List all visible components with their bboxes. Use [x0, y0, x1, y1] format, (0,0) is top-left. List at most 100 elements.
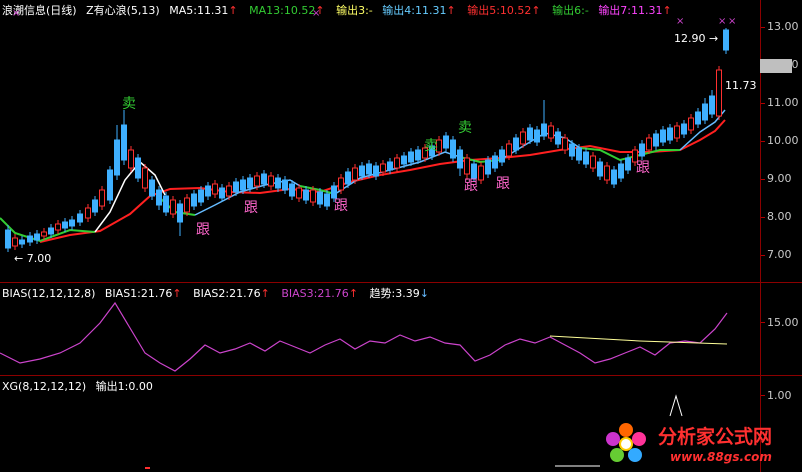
- sell-signal-label: 卖: [424, 138, 438, 154]
- candle-body: [387, 161, 393, 171]
- candle-body: [170, 199, 176, 215]
- candle-body: [541, 123, 547, 137]
- candle-body: [205, 185, 211, 197]
- candle-body: [674, 125, 680, 139]
- candle-body: [457, 149, 463, 169]
- candle-body: [723, 29, 729, 51]
- candle-body: [99, 189, 105, 207]
- candle-body: [77, 213, 83, 223]
- candle-body: [562, 137, 568, 151]
- candle-body: [85, 207, 91, 219]
- candle-body: [303, 189, 309, 201]
- candle-body: [527, 127, 533, 141]
- candle-body: [660, 129, 666, 143]
- candle-body: [19, 239, 25, 245]
- follow-signal-label: 跟: [496, 176, 510, 192]
- candle-body: [184, 197, 190, 213]
- candle-body: [646, 137, 652, 151]
- candle-body: [408, 151, 414, 163]
- price-chart[interactable]: 卖 卖 卖 跟 跟 跟 跟 跟 跟 ← 7.00 12.90 → × × × ×…: [0, 0, 760, 280]
- candle-body: [534, 129, 540, 143]
- candle-body: [450, 139, 456, 159]
- candle-body: [310, 189, 316, 203]
- candle-body: [107, 169, 113, 201]
- candle-body: [212, 183, 218, 195]
- candle-body: [198, 189, 204, 203]
- candle-body: [695, 111, 701, 125]
- low-price-label: ← 7.00: [14, 252, 51, 265]
- candle-body: [702, 103, 708, 121]
- price-tick: 13.00: [767, 20, 799, 33]
- candle-body: [653, 133, 659, 147]
- candle-body: [27, 235, 33, 243]
- price-axis: 13.00 12.00 11.00 10.00 9.00 8.00 7.00: [760, 0, 802, 282]
- candle-body: [492, 155, 498, 169]
- price-tick: 9.00: [767, 172, 792, 185]
- cross-marker: ×: [728, 16, 736, 27]
- candle-body: [464, 157, 470, 175]
- candle-body: [373, 165, 379, 177]
- cross-marker: ×: [718, 16, 726, 27]
- xg-tick: 1.00: [767, 389, 792, 402]
- candle-body: [338, 177, 344, 191]
- candle-body: [548, 125, 554, 139]
- xg-signal-line: [669, 394, 683, 417]
- price-tick: 10.00: [767, 134, 799, 147]
- candle-body: [92, 199, 98, 213]
- current-price-flag: [760, 59, 792, 73]
- candle-body: [345, 171, 351, 185]
- high-price-label: 12.90 →: [674, 32, 718, 45]
- candle-body: [62, 221, 68, 229]
- follow-signal-label: 跟: [196, 222, 210, 238]
- candle-body: [275, 177, 281, 189]
- price-tick: 7.00: [767, 248, 792, 261]
- candle-body: [48, 227, 54, 235]
- candle-body: [569, 143, 575, 157]
- candle-body: [177, 203, 183, 223]
- candle-body: [233, 181, 239, 193]
- candle-body: [478, 165, 484, 181]
- candle-body: [289, 183, 295, 197]
- candle-body: [667, 127, 673, 141]
- price-tick: 8.00: [767, 210, 792, 223]
- candle-body: [41, 231, 47, 237]
- candle-body: [254, 175, 260, 187]
- candle-body: [352, 167, 358, 181]
- candle-body: [121, 124, 127, 161]
- candle-body: [114, 139, 120, 176]
- sell-signal-label: 卖: [458, 120, 472, 136]
- watermark-title: 分析家公式网: [658, 426, 773, 448]
- candle-body: [618, 163, 624, 179]
- candle-body: [331, 185, 337, 199]
- candle-body: [296, 187, 302, 199]
- candle-body: [604, 165, 610, 181]
- candle-body: [415, 149, 421, 161]
- candle-body: [219, 187, 225, 199]
- stock-chart-window: 浪潮信息(日线) Z有心浪(5,13) MA5:11.31↑ MA13:10.5…: [0, 0, 802, 472]
- candle-body: [156, 189, 162, 206]
- candle-body: [681, 123, 687, 135]
- candle-body: [55, 223, 61, 231]
- trend-line: [549, 335, 728, 345]
- cross-marker: ×: [676, 16, 684, 27]
- follow-signal-label: 跟: [334, 198, 348, 214]
- candle-body: [688, 117, 694, 131]
- candle-body: [471, 163, 477, 179]
- bias-tick: 15.00: [767, 316, 799, 329]
- candle-body: [520, 131, 526, 145]
- candle-body: [163, 195, 169, 213]
- bias-axis: 15.00: [760, 283, 802, 375]
- bias-chart[interactable]: [0, 283, 760, 375]
- bias-line: [0, 301, 728, 372]
- candle-body: [394, 157, 400, 169]
- candle-body: [5, 229, 11, 249]
- candle-body: [128, 149, 134, 169]
- sell-signal-label: 卖: [122, 96, 136, 112]
- candle-body: [261, 173, 267, 185]
- candle-body: [226, 185, 232, 197]
- watermark: 分析家公式网 www.88gs.com: [600, 418, 800, 470]
- candle-body: [69, 219, 75, 227]
- price-tick: 11.00: [767, 96, 799, 109]
- candle-body: [576, 147, 582, 161]
- candle-body: [597, 161, 603, 177]
